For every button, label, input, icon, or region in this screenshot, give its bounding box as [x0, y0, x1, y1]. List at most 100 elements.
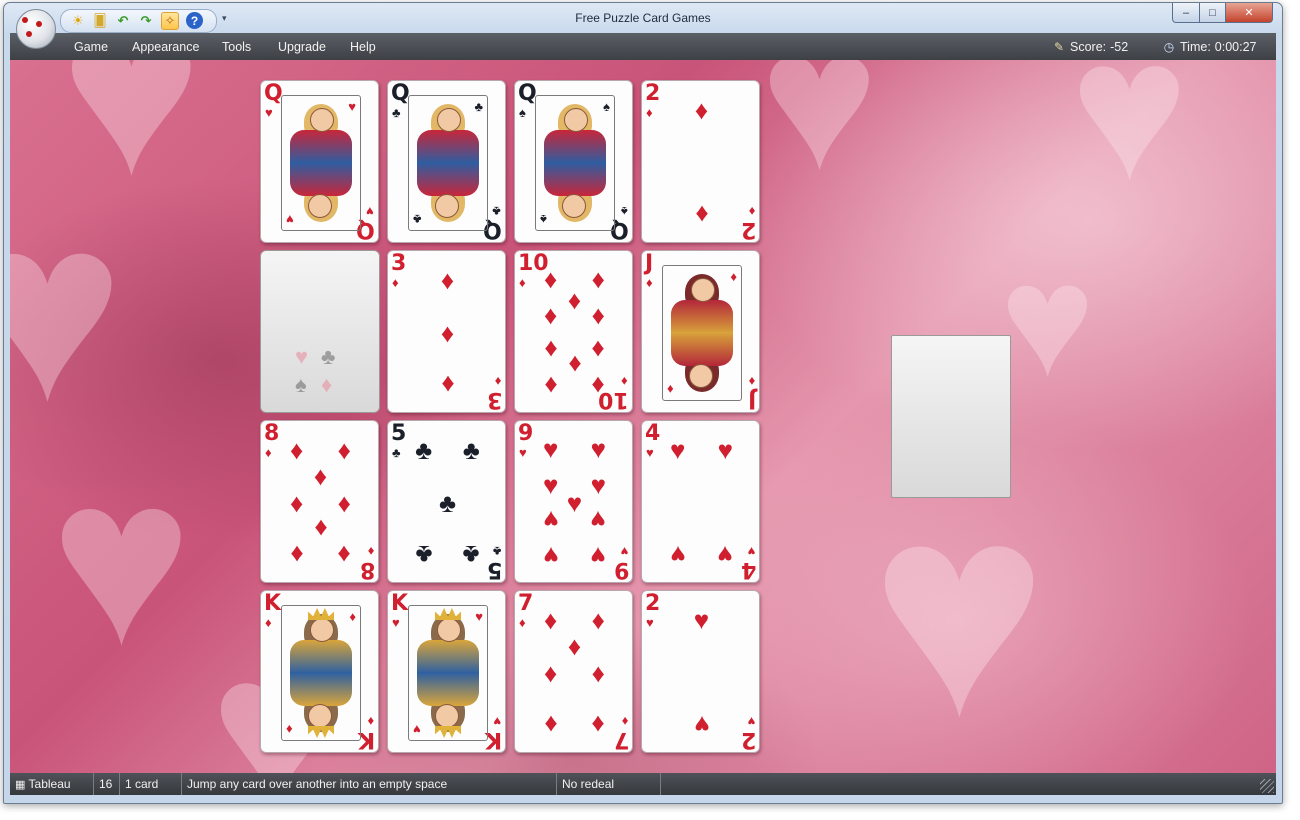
- slot-suit-icon: ♣: [321, 344, 336, 369]
- court-figure: ♦ ♦: [662, 265, 742, 401]
- game-type-icon: ▦: [15, 779, 26, 791]
- court-robe: [417, 130, 479, 164]
- playing-card[interactable]: 2 ♦ 2 ♦ ♦ ♦: [641, 80, 760, 243]
- court-face: [562, 194, 586, 218]
- card-pip-icon: ♦: [567, 631, 582, 662]
- card-rank: 4: [740, 557, 756, 582]
- resize-grip[interactable]: [1260, 779, 1274, 793]
- card-pip-icon: ♦: [591, 371, 605, 402]
- card-suit-icon: ♦: [286, 722, 293, 737]
- court-face: [437, 108, 461, 132]
- court-robe: [417, 162, 479, 196]
- court-robe: [417, 640, 479, 674]
- card-pip-icon: ♦: [337, 435, 351, 466]
- menu-tools[interactable]: Tools: [222, 40, 251, 54]
- card-pip-icon: ♥: [717, 435, 734, 466]
- menu-appearance[interactable]: Appearance: [132, 40, 199, 54]
- card-pip-icon: ♥: [693, 709, 710, 740]
- court-figure-half: ♦: [282, 606, 360, 674]
- card-rank: 9: [518, 421, 534, 446]
- card-pip-icon: ♦: [567, 350, 582, 381]
- card-corner-bottom: 7 ♦: [613, 714, 629, 752]
- time-display: ◷ Time: 0:00:27: [1162, 40, 1257, 54]
- maximize-button[interactable]: □: [1199, 3, 1226, 23]
- card-suit-icon: ♦: [349, 609, 356, 624]
- card-rank: 7: [613, 727, 629, 752]
- card-pip-icon: ♦: [313, 461, 328, 492]
- empty-tableau-slot[interactable]: ♥ ♣ ♠ ♦: [260, 250, 380, 413]
- card-suit-icon: ♥: [646, 445, 654, 460]
- slot-suit-icon: ♠: [295, 372, 307, 397]
- time-value: 0:00:27: [1214, 40, 1257, 54]
- card-suit-icon: ♥: [413, 722, 421, 737]
- card-rank: 2: [645, 591, 661, 616]
- menu-game[interactable]: Game: [74, 40, 108, 54]
- playing-card[interactable]: 9 ♥ 9 ♥ ♥ ♥ ♥ ♥ ♥ ♥ ♥ ♥ ♥: [514, 420, 633, 583]
- playing-card[interactable]: 8 ♦ 8 ♦ ♦ ♦ ♦ ♦ ♦ ♦ ♦ ♦: [260, 420, 379, 583]
- menu-bar: Game Appearance Tools Upgrade Help ✎ Sco…: [10, 33, 1276, 60]
- court-robe: [290, 162, 352, 196]
- status-card-count: 16: [94, 773, 120, 795]
- court-figure-half: ♥: [409, 606, 487, 674]
- playing-card[interactable]: 4 ♥ 4 ♥ ♥ ♥ ♥ ♥: [641, 420, 760, 583]
- card-rank: 8: [359, 557, 375, 582]
- playing-card[interactable]: 10 ♦ 10 ♦ ♦ ♦ ♦ ♦ ♦ ♦ ♦ ♦ ♦ ♦: [514, 250, 633, 413]
- playing-card[interactable]: 2 ♥ 2 ♥ ♥ ♥: [641, 590, 760, 753]
- card-pip-icon: ♦: [337, 539, 351, 570]
- card-pip-icon: ♦: [591, 709, 605, 740]
- card-suit-icon: ♣: [413, 212, 422, 227]
- card-pip-icon: ♦: [440, 265, 455, 296]
- card-pip-icon: ♦: [591, 299, 605, 330]
- card-pip-icon: ♦: [544, 263, 558, 294]
- app-menu-button[interactable]: [16, 9, 56, 49]
- card-pip-icon: ♦: [694, 199, 709, 230]
- playing-card[interactable]: K ♦ K ♦ ♦ ♦: [260, 590, 379, 753]
- score-value: -52: [1110, 40, 1129, 54]
- card-corner-bottom: J ♦: [748, 374, 756, 412]
- playing-card[interactable]: 3 ♦ 3 ♦ ♦ ♦ ♦: [387, 250, 506, 413]
- playing-card[interactable]: J ♦ J ♦ ♦ ♦: [641, 250, 760, 413]
- playing-card[interactable]: Q ♣ Q ♣ ♣ ♣: [387, 80, 506, 243]
- close-button[interactable]: ✕: [1225, 3, 1273, 23]
- crown-icon: [435, 726, 461, 738]
- court-face: [437, 618, 461, 642]
- card-suit-icon: ♥: [265, 105, 273, 120]
- card-suit-icon: ♦: [646, 275, 653, 290]
- card-pip-icon: ♦: [544, 657, 558, 688]
- card-corner-bottom: 2 ♥: [741, 714, 756, 752]
- playing-card[interactable]: Q ♠ Q ♠ ♠ ♠: [514, 80, 633, 243]
- court-robe: [290, 130, 352, 164]
- menu-help[interactable]: Help: [350, 40, 376, 54]
- court-robe: [544, 162, 606, 196]
- waste-pile-slot[interactable]: [891, 335, 1011, 498]
- court-face: [691, 278, 715, 302]
- court-face: [310, 618, 334, 642]
- card-suit-icon: ♦: [392, 275, 399, 290]
- card-suit-icon: ♣: [392, 445, 401, 460]
- card-pip-icon: ♦: [694, 95, 709, 126]
- court-robe: [544, 130, 606, 164]
- app-window: ☀ 🂠 ↶ ↷ ✧ ? ▾ Free Puzzle Card Games ‒ □…: [3, 2, 1283, 804]
- court-robe: [671, 332, 733, 366]
- court-face: [689, 364, 713, 388]
- playing-card[interactable]: 5 ♣ 5 ♣ ♣ ♣ ♣ ♣ ♣: [387, 420, 506, 583]
- card-rank: 3: [486, 387, 502, 412]
- slot-suit-marks: ♥ ♣ ♠ ♦: [295, 344, 347, 400]
- bg-heart-decoration: ♥: [870, 442, 1049, 773]
- menu-upgrade[interactable]: Upgrade: [278, 40, 326, 54]
- card-rank: 3: [391, 251, 407, 276]
- card-corner-bottom: 5 ♣: [487, 544, 502, 582]
- card-pip-icon: ♦: [544, 299, 558, 330]
- card-pip-icon: ♦: [591, 263, 605, 294]
- card-pip-icon: ♣: [415, 539, 433, 570]
- bg-heart-decoration: ♥: [760, 60, 879, 211]
- court-figure-half: ♠: [536, 96, 614, 164]
- card-pip-icon: ♦: [591, 335, 605, 366]
- playing-card[interactable]: 7 ♦ 7 ♦ ♦ ♦ ♦ ♦ ♦ ♦ ♦: [514, 590, 633, 753]
- minimize-button[interactable]: ‒: [1172, 3, 1200, 23]
- playing-card[interactable]: K ♥ K ♥ ♥ ♥: [387, 590, 506, 753]
- card-pip-icon: ♦: [313, 513, 328, 544]
- score-display: ✎ Score: -52: [1052, 40, 1128, 54]
- card-pip-icon: ♥: [590, 433, 607, 464]
- playing-card[interactable]: Q ♥ Q ♥ ♥ ♥: [260, 80, 379, 243]
